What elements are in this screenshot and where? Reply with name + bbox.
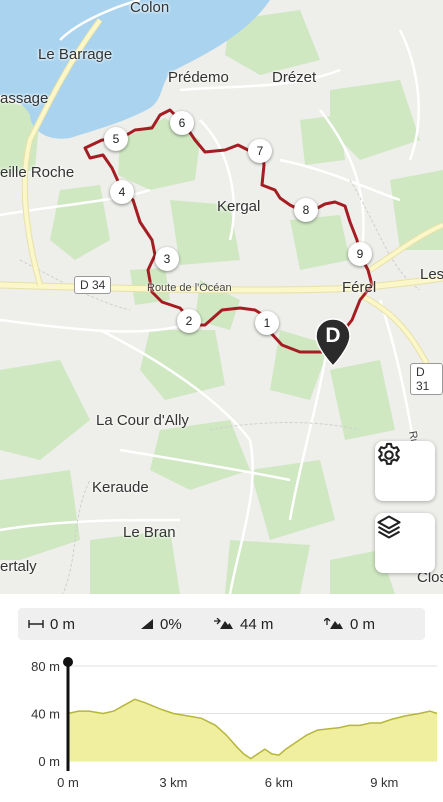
settings-button[interactable] — [375, 441, 435, 501]
descent-stat: 0 m — [324, 608, 375, 640]
descent-icon — [324, 618, 343, 629]
waypoint-marker[interactable]: 9 — [348, 242, 372, 266]
place-label: Keraude — [92, 479, 149, 496]
map-view[interactable]: Colon Le Barrage assage Prédemo Drézet e… — [0, 0, 443, 594]
y-tick-label: 0 m — [38, 754, 60, 769]
place-label: Colon — [130, 0, 170, 16]
waypoint-marker[interactable]: 1 — [255, 311, 279, 335]
elevation-area — [68, 699, 437, 761]
waypoint-marker[interactable]: 2 — [177, 309, 201, 333]
distance-stat: 0 m — [28, 608, 75, 640]
destination-letter: D — [325, 324, 341, 347]
road-shield: D 31 — [410, 363, 443, 395]
place-label: Kergal — [217, 198, 261, 215]
waypoint-marker[interactable]: 3 — [155, 247, 179, 271]
waypoint-marker[interactable]: 4 — [110, 180, 134, 204]
place-label: ertaly — [0, 558, 37, 575]
elevation-chart[interactable]: 80 m 40 m 0 m 0 m 3 km 6 km 9 km — [0, 648, 443, 797]
gear-icon — [378, 442, 400, 465]
elevation-chart-svg: 80 m 40 m 0 m 0 m 3 km 6 km 9 km — [31, 657, 438, 790]
position-cursor-handle[interactable] — [63, 657, 73, 667]
ascent-icon — [214, 618, 233, 629]
road-shield: D 34 — [74, 276, 112, 294]
road-label: Route de l'Océan — [147, 282, 232, 294]
y-tick-label: 80 m — [31, 659, 60, 674]
slope-icon — [141, 619, 153, 629]
place-label: Drézet — [272, 69, 317, 86]
x-tick-label: 9 km — [370, 775, 398, 790]
ascent-value: 44 m — [240, 615, 274, 633]
place-label: Le Bran — [123, 524, 176, 541]
descent-value: 0 m — [350, 615, 376, 633]
place-label: eille Roche — [0, 164, 75, 181]
x-tick-label: 0 m — [57, 775, 79, 790]
distance-value: 0 m — [50, 615, 76, 633]
ascent-stat: 44 m — [214, 608, 273, 640]
place-label: Férel — [342, 279, 377, 296]
grade-value: 0% — [160, 615, 182, 633]
place-label: Prédemo — [168, 69, 229, 86]
place-label: Les — [420, 266, 443, 283]
waypoint-marker[interactable]: 5 — [104, 127, 128, 151]
grade-stat: 0% — [140, 608, 182, 640]
distance-icon — [28, 620, 44, 628]
waypoint-marker[interactable]: 7 — [248, 139, 272, 163]
place-label: La Cour d'Ally — [96, 412, 189, 429]
layers-icon — [377, 515, 401, 539]
place-label: Le Barrage — [38, 46, 113, 63]
place-label: assage — [0, 90, 49, 107]
y-tick-label: 40 m — [31, 707, 60, 722]
destination-marker[interactable]: D — [314, 318, 352, 370]
x-tick-label: 6 km — [265, 775, 293, 790]
map-canvas — [0, 0, 443, 594]
elevation-stats-bar: 0 m 0% 44 m 0 m — [18, 608, 425, 640]
x-tick-label: 3 km — [159, 775, 187, 790]
layers-button[interactable] — [375, 513, 435, 573]
waypoint-marker[interactable]: 6 — [170, 111, 194, 135]
waypoint-marker[interactable]: 8 — [294, 198, 318, 222]
